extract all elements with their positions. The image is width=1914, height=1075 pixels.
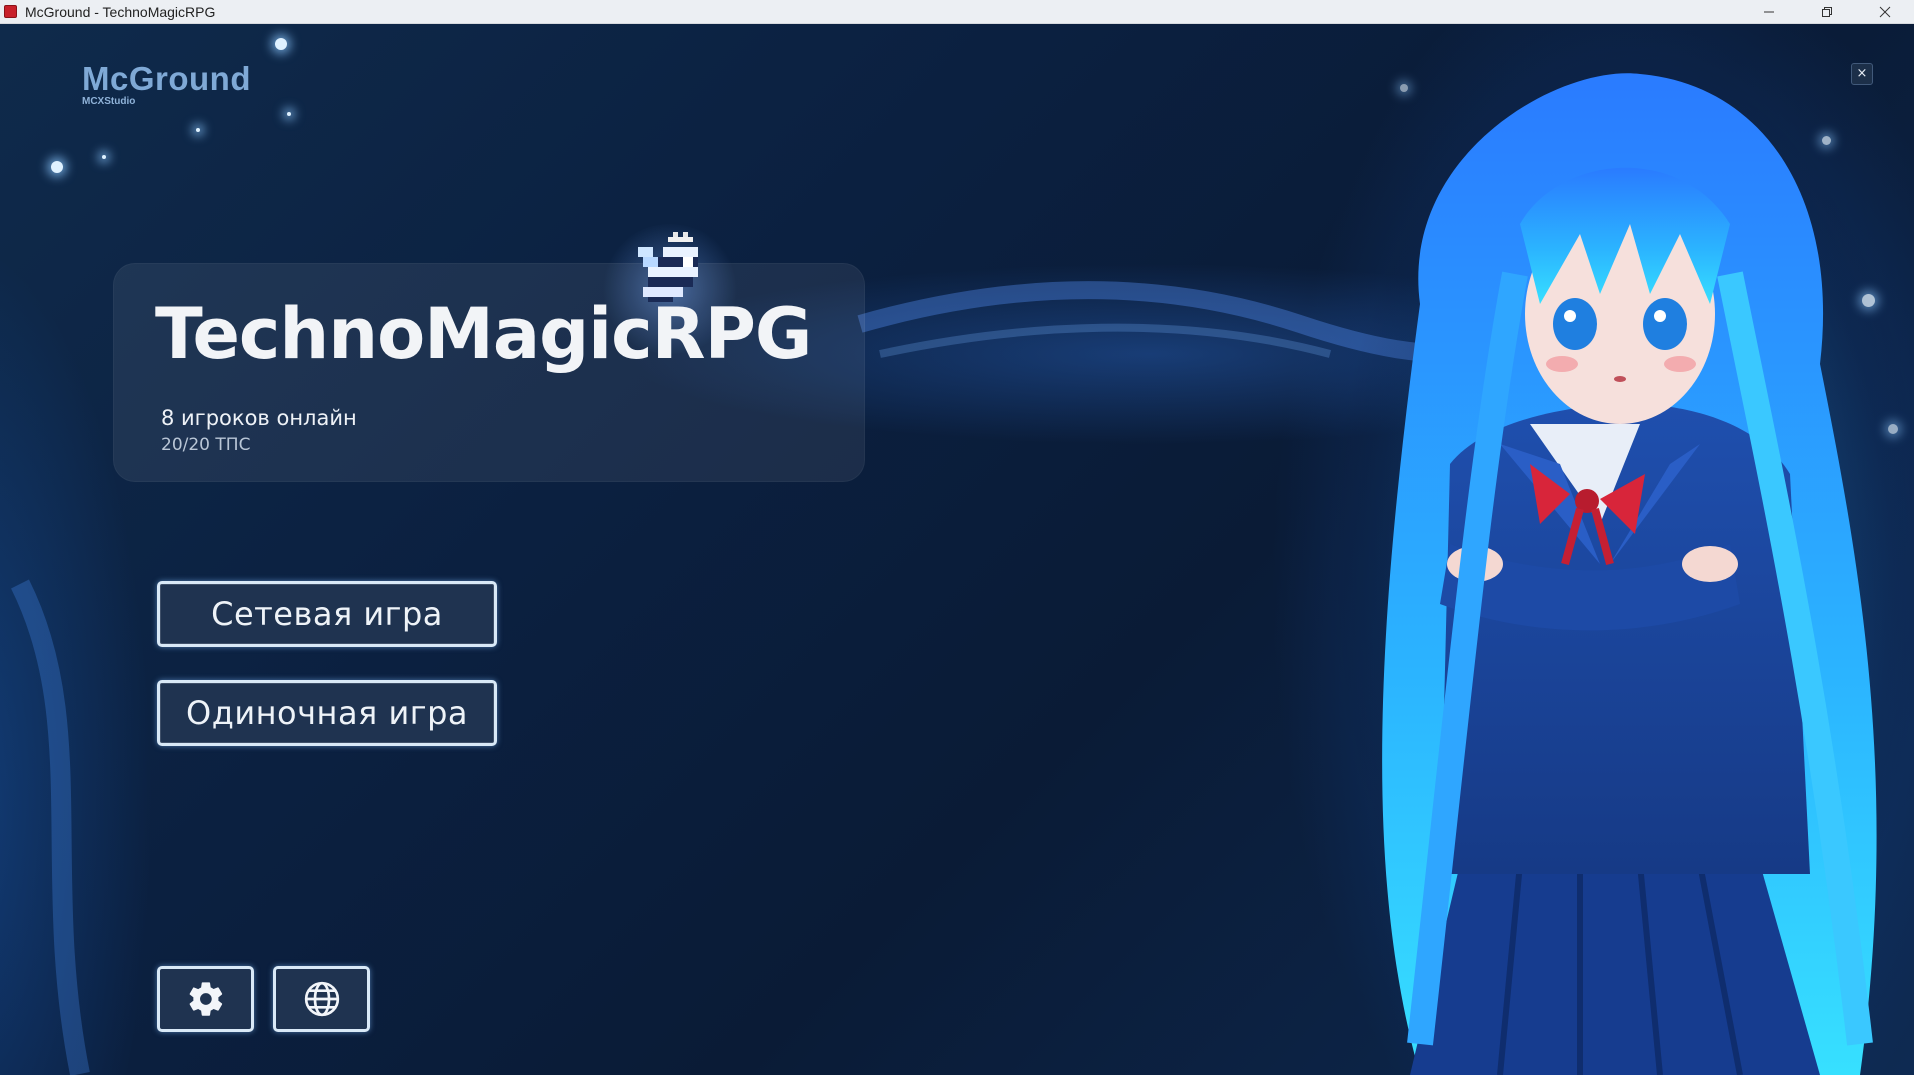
server-tps: 20/20 ТПС bbox=[161, 435, 251, 455]
window-title-bar[interactable]: McGround - TechnoMagicRPG bbox=[0, 0, 1914, 24]
restore-icon[interactable] bbox=[1798, 0, 1856, 24]
launcher-logo: McGround MCXStudio bbox=[82, 62, 251, 107]
window-title: McGround - TechnoMagicRPG bbox=[25, 3, 216, 20]
gear-icon bbox=[189, 982, 222, 1016]
character-illustration bbox=[1330, 44, 1914, 1075]
light-particle bbox=[102, 155, 106, 159]
app-icon bbox=[4, 5, 17, 18]
logo-subtitle: MCXStudio bbox=[82, 96, 136, 107]
minimize-icon[interactable] bbox=[1740, 0, 1798, 24]
multiplayer-button[interactable]: Сетевая игра bbox=[157, 581, 497, 647]
light-particle bbox=[275, 38, 287, 50]
light-particle bbox=[51, 161, 63, 173]
window-controls bbox=[1740, 0, 1914, 24]
settings-button[interactable] bbox=[157, 966, 254, 1032]
language-button[interactable] bbox=[273, 966, 370, 1032]
light-particle bbox=[287, 112, 291, 116]
light-particle bbox=[196, 128, 200, 132]
globe-icon bbox=[304, 981, 339, 1017]
server-info-card: TechnoMagicRPG 8 игроков онлайн 20/20 ТП… bbox=[113, 263, 865, 482]
server-name: TechnoMagicRPG bbox=[155, 293, 812, 375]
singleplayer-button[interactable]: Одиночная игра bbox=[157, 680, 497, 746]
launcher-close-button[interactable]: × bbox=[1851, 63, 1873, 85]
close-icon[interactable] bbox=[1856, 0, 1914, 24]
bee-mascot-icon bbox=[638, 232, 698, 302]
players-online: 8 игроков онлайн bbox=[161, 406, 357, 430]
logo-title: McGround bbox=[82, 60, 251, 97]
launcher-main-screen: McGround MCXStudio × TechnoMagicRPG 8 иг… bbox=[0, 24, 1914, 1075]
